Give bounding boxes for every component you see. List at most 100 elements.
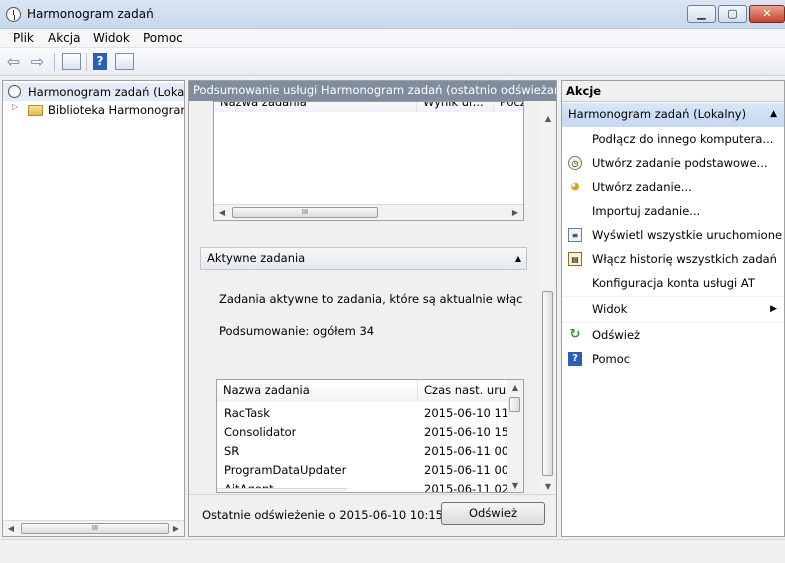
action-show-running-tasks[interactable]: ≡ Wyświetl wszystkie uruchomione zadania xyxy=(562,223,784,247)
scroll-right-arrow-icon[interactable]: ▶ xyxy=(507,205,523,220)
expand-arrow-icon[interactable]: ▷ xyxy=(12,102,18,111)
top-task-grid: Nazwa zadania Wynik ur... Pocz... ◀ III … xyxy=(213,101,524,221)
scroll-up-arrow-icon[interactable]: ▲ xyxy=(507,380,523,396)
last-refresh-text: Ostatnie odświeżenie o 2015-06-10 10:15:… xyxy=(202,508,462,522)
scroll-down-arrow-icon[interactable]: ▼ xyxy=(540,479,556,495)
table-row-name[interactable]: Consolidator xyxy=(224,423,296,442)
action-view-menu[interactable]: Widok ▶ xyxy=(562,296,784,320)
menu-file[interactable]: Plik xyxy=(13,31,34,45)
scroll-thumb[interactable]: III xyxy=(21,523,169,534)
submenu-arrow-icon: ▶ xyxy=(770,304,777,314)
running-tasks-icon: ≡ xyxy=(568,228,582,242)
history-icon: ▤ xyxy=(568,252,582,266)
action-label: Utwórz zadanie... xyxy=(592,180,692,194)
action-label: Podłącz do innego komputera... xyxy=(592,132,774,146)
action-at-service-account[interactable]: Konfiguracja konta usługi AT xyxy=(562,271,784,295)
column-header[interactable]: Nazwa zadania xyxy=(214,102,417,112)
show-hide-tree-icon[interactable] xyxy=(62,53,81,70)
close-icon: ✕ xyxy=(762,7,772,20)
menu-action[interactable]: Akcja xyxy=(48,31,80,45)
menu-view[interactable]: Widok xyxy=(93,31,130,45)
create-task-icon: ◕ xyxy=(570,181,580,192)
grid-vertical-scrollbar[interactable]: ▲ ▼ xyxy=(507,380,523,492)
scroll-thumb[interactable] xyxy=(509,397,520,412)
minimize-icon: ▁ xyxy=(697,7,706,20)
tree-item-root-label: Harmonogram zadań (Lokalny) xyxy=(28,85,184,99)
column-header[interactable]: Nazwa zadania xyxy=(217,380,418,402)
scroll-up-arrow-icon[interactable]: ▲ xyxy=(540,111,556,127)
actions-pane: Akcje Harmonogram zadań (Lokalny) ▲ Podł… xyxy=(561,80,785,537)
scroll-thumb[interactable]: III xyxy=(232,207,378,218)
action-label: Pomoc xyxy=(592,352,631,366)
scroll-right-arrow-icon[interactable]: ▶ xyxy=(168,521,184,537)
grid-horizontal-scrollbar[interactable] xyxy=(217,488,347,492)
forward-arrow-icon[interactable]: ⇨ xyxy=(29,53,46,70)
action-label: Włącz historię wszystkich zadań xyxy=(592,252,777,266)
table-row-time[interactable]: 2015-06-10 11:1 xyxy=(424,404,508,423)
table-row-time[interactable]: 2015-06-11 00:0 xyxy=(424,442,508,461)
action-label: Widok xyxy=(592,302,628,316)
maximize-icon: ▢ xyxy=(727,7,738,20)
action-refresh[interactable]: ↻ Odśwież xyxy=(562,322,784,346)
column-header[interactable]: Czas nast. uruchomienia xyxy=(418,380,508,402)
active-tasks-section-header[interactable]: Aktywne zadania ▲ xyxy=(200,247,527,270)
show-hide-action-pane-icon[interactable] xyxy=(115,53,134,70)
toolbar-separator xyxy=(86,53,87,71)
scroll-thumb[interactable] xyxy=(542,291,553,476)
close-button[interactable]: ✕ xyxy=(749,5,785,23)
basic-task-icon: ◷ xyxy=(568,156,582,170)
scroll-down-arrow-icon[interactable]: ▼ xyxy=(507,478,523,492)
tree-pane: Harmonogram zadań (Lokalny) ▷ Biblioteka… xyxy=(2,80,185,537)
clock-icon xyxy=(6,7,21,22)
active-tasks-summary: Podsumowanie: ogółem 34 xyxy=(219,324,375,338)
folder-icon xyxy=(28,105,43,116)
section-title: Aktywne zadania xyxy=(207,251,306,265)
actions-group-header[interactable]: Harmonogram zadań (Lokalny) ▲ xyxy=(562,103,784,127)
tree-item-root[interactable]: Harmonogram zadań (Lokalny) xyxy=(3,83,184,101)
help-icon: ? xyxy=(568,352,582,366)
table-row-name[interactable]: RacTask xyxy=(224,404,270,423)
collapse-arrow-icon[interactable]: ▲ xyxy=(515,248,521,269)
active-tasks-description: Zadania aktywne to zadania, które są akt… xyxy=(219,292,523,306)
table-row-name[interactable]: SR xyxy=(224,442,239,461)
actions-group-label: Harmonogram zadań (Lokalny) xyxy=(568,107,747,121)
action-connect-computer[interactable]: Podłącz do innego komputera... xyxy=(562,127,784,151)
action-label: Konfiguracja konta usługi AT xyxy=(592,276,755,290)
menu-help[interactable]: Pomoc xyxy=(143,31,183,45)
refresh-button[interactable]: Odśwież xyxy=(441,502,545,525)
collapse-arrow-icon[interactable]: ▲ xyxy=(770,103,777,126)
tree-horizontal-scrollbar[interactable]: ◀ III ▶ xyxy=(3,520,184,536)
status-bar xyxy=(0,539,785,563)
column-header[interactable]: Pocz... xyxy=(494,102,523,112)
tree-item-library[interactable]: ▷ Biblioteka Harmonogramu zadań xyxy=(3,101,184,119)
action-label: Odśwież xyxy=(592,328,641,342)
action-label: Utwórz zadanie podstawowe... xyxy=(592,156,768,170)
toolbar-separator xyxy=(54,53,55,71)
window-title: Harmonogram zadań xyxy=(27,7,154,21)
minimize-button[interactable]: ▁ xyxy=(687,5,716,23)
column-header[interactable]: Wynik ur... xyxy=(417,102,494,112)
refresh-icon: ↻ xyxy=(569,327,581,342)
table-row-time[interactable]: 2015-06-11 00:3 xyxy=(424,461,508,480)
scroll-left-arrow-icon[interactable]: ◀ xyxy=(3,521,19,537)
action-label: Importuj zadanie... xyxy=(592,204,701,218)
action-import-task[interactable]: Importuj zadanie... xyxy=(562,199,784,223)
top-grid-horizontal-scrollbar[interactable]: ◀ III ▶ xyxy=(214,204,523,220)
scroll-left-arrow-icon[interactable]: ◀ xyxy=(214,205,230,220)
task-scheduler-window: Harmonogram zadań ▁ ▢ ✕ Plik Akcja Widok… xyxy=(0,0,785,563)
action-create-basic-task[interactable]: ◷ Utwórz zadanie podstawowe... xyxy=(562,151,784,175)
active-tasks-grid: Nazwa zadania Czas nast. uruchomienia Ra… xyxy=(216,379,524,493)
help-icon[interactable]: ? xyxy=(93,53,107,70)
menu-bar: Plik Akcja Widok Pomoc xyxy=(0,29,785,48)
toolbar: ⇦ ⇨ ? xyxy=(0,48,785,76)
maximize-button[interactable]: ▢ xyxy=(718,5,747,23)
summary-vertical-scrollbar[interactable]: ▲ ▼ xyxy=(540,101,556,496)
action-help[interactable]: ? Pomoc xyxy=(562,347,784,371)
actions-pane-title: Akcje xyxy=(562,81,784,102)
table-row-name[interactable]: ProgramDataUpdater xyxy=(224,461,346,480)
table-row-time[interactable]: 2015-06-11 02:3 xyxy=(424,480,508,492)
table-row-time[interactable]: 2015-06-10 15:0 xyxy=(424,423,508,442)
action-enable-history[interactable]: ▤ Włącz historię wszystkich zadań xyxy=(562,247,784,271)
action-create-task[interactable]: ◕ Utwórz zadanie... xyxy=(562,175,784,199)
back-arrow-icon[interactable]: ⇦ xyxy=(5,53,22,70)
